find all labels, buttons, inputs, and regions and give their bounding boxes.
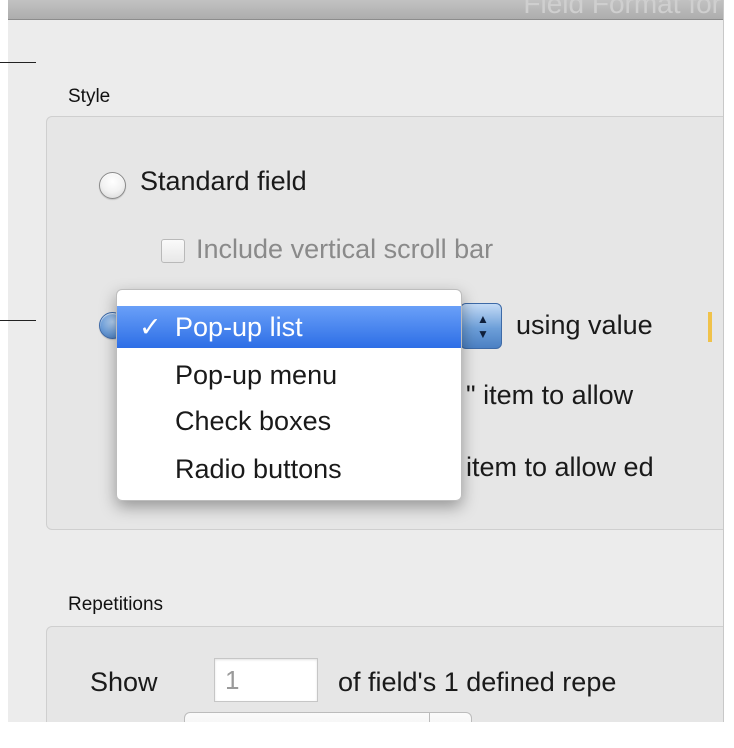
include-scroll-bar-checkbox[interactable]	[161, 239, 185, 263]
standard-field-label[interactable]: Standard field	[140, 166, 307, 197]
popup-divider	[429, 713, 430, 722]
repetitions-section-label: Repetitions	[68, 594, 164, 615]
value-list-field-edge[interactable]	[708, 312, 712, 342]
menu-item-label: Pop-up menu	[175, 360, 338, 390]
menu-item-radio-buttons[interactable]: Radio buttons	[117, 448, 461, 490]
defined-repetitions-label: of field's 1 defined repe	[338, 667, 617, 697]
show-label: Show	[90, 667, 158, 697]
up-arrow-icon: ▲	[477, 312, 489, 326]
style-section-label: Style	[68, 86, 111, 107]
include-edit-item-label: item to allow ed	[466, 452, 654, 482]
standard-field-radio[interactable]	[99, 172, 126, 199]
menu-item-check-boxes[interactable]: Check boxes	[117, 400, 461, 442]
menu-item-label: Check boxes	[175, 406, 332, 436]
checkmark-icon: ✓	[139, 312, 162, 342]
control-style-popup-button[interactable]: ▲ ▼	[460, 303, 502, 349]
include-other-item-label: " item to allow	[466, 380, 634, 410]
control-style-menu: ✓ Pop-up list Pop-up menu Check boxes Ra…	[116, 289, 462, 501]
menu-item-label: Radio buttons	[175, 454, 342, 484]
window-title: Field Format for	[523, 0, 721, 19]
menu-item-label: Pop-up list	[175, 312, 303, 342]
menu-item-pop-up-menu[interactable]: Pop-up menu	[117, 354, 461, 396]
repetitions-count-input[interactable]: 1	[214, 658, 318, 702]
menu-item-pop-up-list[interactable]: ✓ Pop-up list	[117, 306, 461, 348]
guide-line-middle	[0, 320, 36, 321]
orientation-popup-button[interactable]	[184, 712, 472, 722]
guide-line-top	[0, 62, 36, 63]
title-bar: Field Format for	[8, 0, 723, 20]
include-scroll-bar-label[interactable]: Include vertical scroll bar	[196, 234, 493, 265]
using-value-label: using value	[516, 310, 653, 340]
down-arrow-icon: ▼	[477, 327, 489, 341]
